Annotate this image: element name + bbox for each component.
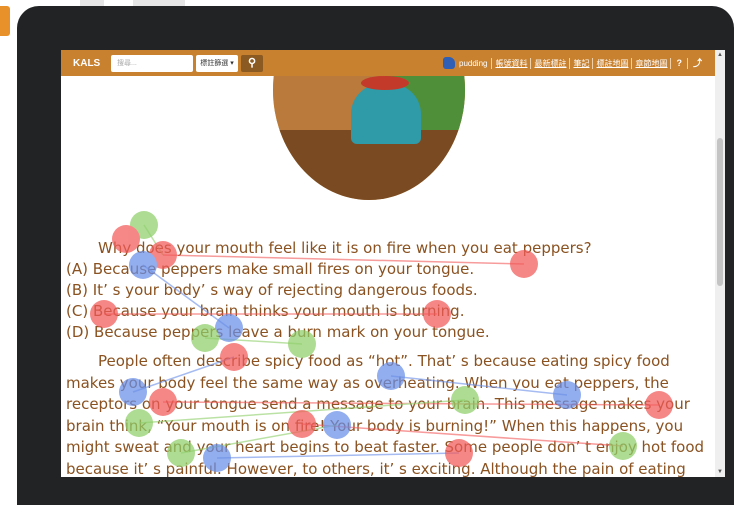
top-navbar: KALS 搜尋... 標註篩選 ▾ ⚲ pudding 帳號資料 最新標註 筆記… <box>61 50 715 76</box>
share-icon[interactable]: ⤴ <box>686 57 707 69</box>
nav-chapter-map[interactable]: 章節地圖 <box>631 57 670 69</box>
tablet-bezel-bottom <box>17 477 734 505</box>
nav-notes[interactable]: 筆記 <box>569 57 592 69</box>
help-icon[interactable]: ? <box>670 57 687 69</box>
username: pudding <box>459 58 488 68</box>
body-paragraph: People often describe spicy food as “hot… <box>66 352 705 477</box>
option-b: (B) It’ s your body’ s way of rejecting … <box>66 281 478 299</box>
tablet-frame: KALS 搜尋... 標註篩選 ▾ ⚲ pudding 帳號資料 最新標註 筆記… <box>17 6 734 505</box>
browser-viewport: KALS 搜尋... 標註篩選 ▾ ⚲ pudding 帳號資料 最新標註 筆記… <box>61 50 725 477</box>
vertical-scrollbar[interactable]: ▲ ▼ <box>715 50 725 477</box>
user-avatar-icon <box>443 57 455 69</box>
annotation-filter-select[interactable]: 標註篩選 ▾ <box>196 54 238 72</box>
gaze-fixation <box>130 211 158 239</box>
nav-latest-annotations[interactable]: 最新標註 <box>530 57 569 69</box>
scrollbar-thumb[interactable] <box>717 138 723 286</box>
search-icon: ⚲ <box>247 56 257 69</box>
corner-accent <box>0 6 10 36</box>
search-button[interactable]: ⚲ <box>241 54 263 72</box>
option-c: (C) Because your brain thinks your mouth… <box>66 302 465 320</box>
scroll-down-icon[interactable]: ▼ <box>717 469 723 475</box>
search-input[interactable]: 搜尋... <box>111 54 193 72</box>
nav-annotation-map[interactable]: 標註地圖 <box>592 57 631 69</box>
option-d: (D) Because peppers leave a burn mark on… <box>66 323 490 341</box>
brand-logo[interactable]: KALS <box>73 58 111 69</box>
user-menu[interactable]: pudding <box>443 57 487 69</box>
reading-passage: Why does your mouth feel like it is on f… <box>66 238 716 477</box>
option-a: (A) Because peppers make small fires on … <box>66 260 475 278</box>
question-text: Why does your mouth feel like it is on f… <box>98 239 592 257</box>
nav-account[interactable]: 帳號資料 <box>491 57 530 69</box>
scroll-up-icon[interactable]: ▲ <box>717 52 723 58</box>
